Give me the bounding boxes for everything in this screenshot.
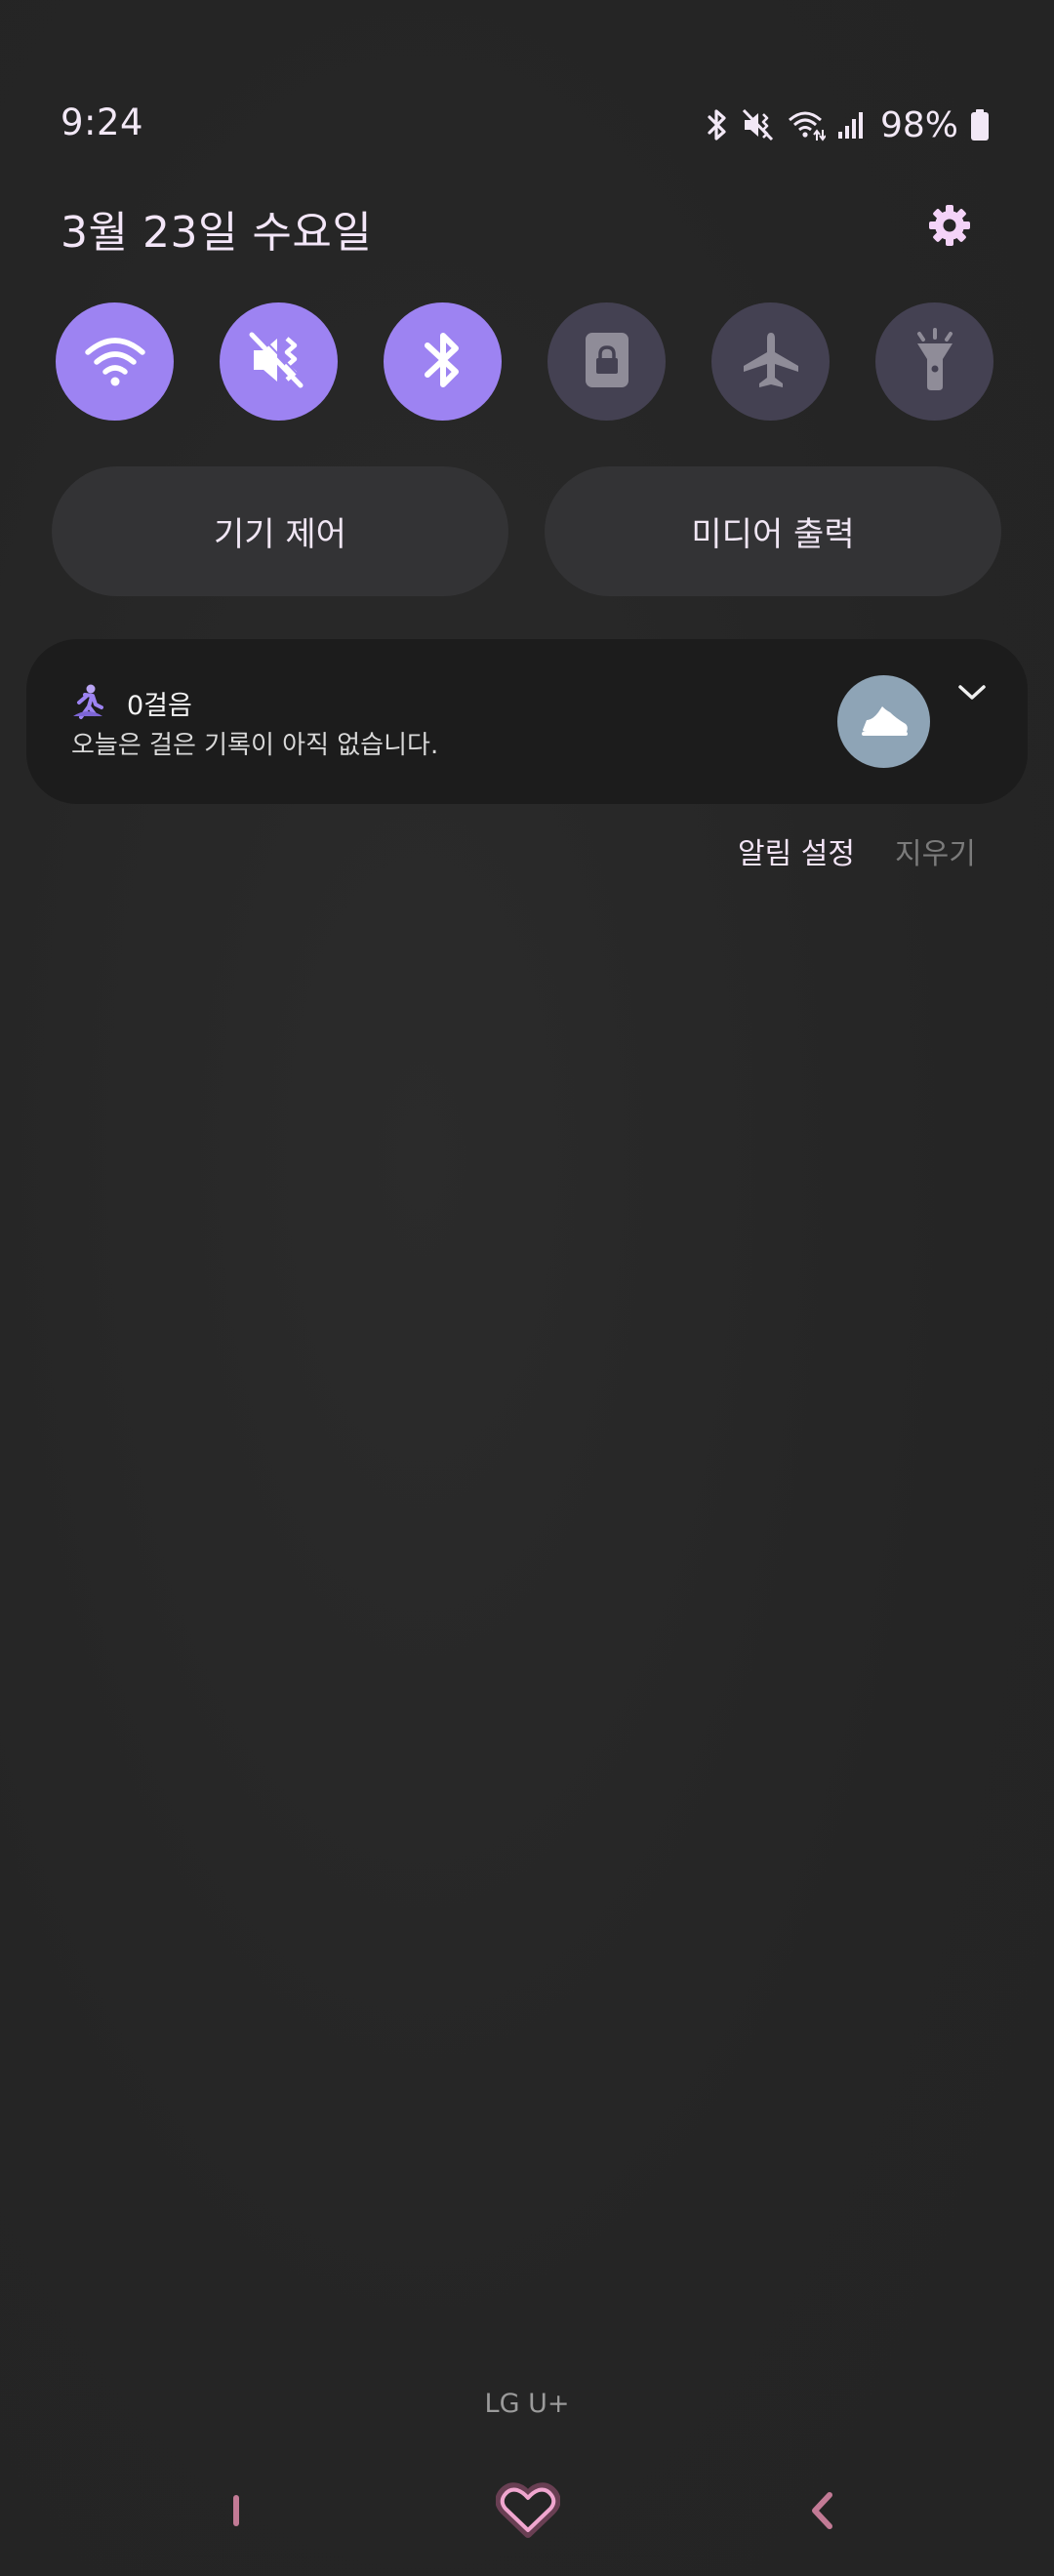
walking-person-icon: [69, 683, 106, 720]
rotation-lock-icon: [583, 330, 631, 394]
tile-rotation-lock[interactable]: [547, 302, 666, 421]
airplane-icon: [740, 329, 802, 395]
gear-icon: [926, 202, 973, 253]
tile-bluetooth[interactable]: [384, 302, 502, 421]
wifi-icon: [787, 108, 826, 141]
settings-button[interactable]: [924, 202, 975, 253]
tile-airplane-mode[interactable]: [711, 302, 830, 421]
battery-percent: 98%: [879, 104, 958, 145]
sneaker-icon: [859, 701, 910, 744]
mute-vibrate-icon: [248, 329, 310, 393]
signal-icon: [837, 110, 867, 140]
tile-wifi[interactable]: [56, 302, 174, 421]
flashlight-icon: [908, 327, 962, 396]
status-bar: 9:24 98%: [0, 96, 1054, 154]
heart-home-icon: [495, 2481, 561, 2544]
status-time: 9:24: [61, 101, 144, 143]
back-button[interactable]: [778, 2469, 866, 2556]
tile-sound[interactable]: [220, 302, 338, 421]
media-output-button[interactable]: 미디어 출력: [545, 466, 1001, 596]
chevron-down-icon: [957, 683, 987, 706]
clear-all-link[interactable]: 지우기: [895, 829, 976, 872]
wifi-icon: [84, 333, 146, 391]
home-button[interactable]: [484, 2469, 572, 2556]
recent-apps-button[interactable]: [192, 2469, 280, 2556]
notification-card[interactable]: 0걸음 오늘은 걸은 기록이 아직 없습니다.: [26, 639, 1028, 804]
carrier-label: LG U+: [484, 2389, 570, 2419]
notification-settings-link[interactable]: 알림 설정: [738, 829, 855, 872]
navigation-bar: [0, 2469, 1054, 2556]
panel-date: 3월 23일 수요일: [61, 208, 373, 258]
notification-title: 0걸음: [127, 691, 192, 721]
battery-icon: [970, 108, 990, 141]
mute-vibrate-icon: [742, 108, 775, 141]
bluetooth-icon: [419, 328, 467, 396]
back-icon: [808, 2491, 835, 2534]
recent-apps-icon: [230, 2493, 242, 2532]
notification-body: 오늘은 걸은 기록이 아직 없습니다.: [71, 731, 439, 760]
bluetooth-icon: [705, 107, 730, 142]
status-icons: 98%: [705, 101, 990, 148]
notification-panel: 9:24 98% 3월 23일 수요일 기기 제어 미디어 출력 0걸음 오늘은…: [0, 0, 1054, 2576]
notification-action-button[interactable]: [837, 675, 930, 768]
quick-settings-tiles: [56, 302, 993, 421]
tile-flashlight[interactable]: [875, 302, 993, 421]
expand-button[interactable]: [953, 680, 992, 709]
device-control-button[interactable]: 기기 제어: [52, 466, 508, 596]
